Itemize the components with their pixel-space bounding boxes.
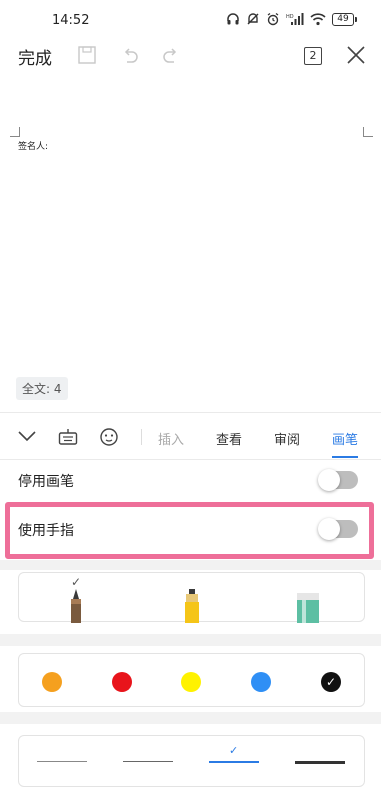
battery-icon: 49 <box>332 12 357 26</box>
color-swatch-orange[interactable] <box>42 672 62 692</box>
selected-check-icon: ✓ <box>325 675 337 689</box>
tab-view[interactable]: 查看 <box>216 429 242 448</box>
bottom-tab-bar: 插入 查看 审阅 画笔 <box>0 412 381 460</box>
line-width-extra-thick[interactable] <box>295 761 345 764</box>
color-swatch-black[interactable]: ✓ <box>321 672 341 692</box>
line-width-selected-check-icon: ✓ <box>229 744 239 757</box>
close-icon[interactable] <box>346 45 366 65</box>
line-width-card: ✓ <box>18 735 365 787</box>
redo-icon[interactable] <box>161 44 181 66</box>
wifi-icon <box>310 13 326 26</box>
highlight-annotation <box>5 502 374 559</box>
section-separator <box>0 712 381 724</box>
headphones-icon <box>227 13 239 25</box>
color-swatch-red[interactable] <box>112 672 132 692</box>
margin-corner-right <box>363 127 373 137</box>
line-width-thin[interactable] <box>37 761 87 762</box>
mute-icon <box>247 13 259 25</box>
signal-icon: HD <box>286 13 304 25</box>
collapse-chevron-icon[interactable] <box>18 430 36 442</box>
signer-label: 签名人: <box>18 142 49 152</box>
pencil-icon[interactable] <box>69 587 83 623</box>
section-separator <box>0 560 381 570</box>
line-width-medium[interactable] <box>123 761 173 762</box>
eraser-icon[interactable] <box>296 593 320 623</box>
line-width-thick[interactable] <box>209 761 259 763</box>
status-time: 14:52 <box>52 13 90 28</box>
keyboard-icon[interactable] <box>58 427 78 447</box>
color-card: ✓ <box>18 653 365 707</box>
tab-insert[interactable]: 插入 <box>158 429 184 448</box>
disable-pen-toggle[interactable] <box>318 469 358 491</box>
tab-divider <box>141 429 142 445</box>
svg-text:HD: HD <box>286 14 294 20</box>
status-bar: 14:52 HD 49 <box>0 0 381 40</box>
disable-pen-row: 停用画笔 <box>0 460 381 502</box>
top-toolbar: 完成 2 <box>0 40 381 74</box>
color-swatch-yellow[interactable] <box>181 672 201 692</box>
margin-corner-left <box>10 127 20 137</box>
face-icon[interactable] <box>99 427 119 447</box>
section-separator <box>0 634 381 646</box>
page-count-button[interactable]: 2 <box>304 47 322 65</box>
tab-pen[interactable]: 画笔 <box>332 429 358 448</box>
done-button[interactable]: 完成 <box>18 44 52 69</box>
document-canvas[interactable]: 签名人: 全文: 4 <box>0 80 381 410</box>
active-tab-indicator <box>332 456 358 458</box>
word-count-badge: 全文: 4 <box>16 377 68 400</box>
color-swatch-blue[interactable] <box>251 672 271 692</box>
tab-review[interactable]: 审阅 <box>274 429 300 448</box>
alarm-icon <box>267 12 279 26</box>
disable-pen-label: 停用画笔 <box>18 474 74 490</box>
save-icon[interactable] <box>77 44 97 66</box>
battery-level: 49 <box>332 12 354 26</box>
pen-type-card: ✓ <box>18 572 365 623</box>
highlighter-icon[interactable] <box>183 589 201 623</box>
undo-icon[interactable] <box>120 44 140 66</box>
status-icons: HD 49 <box>226 12 357 26</box>
